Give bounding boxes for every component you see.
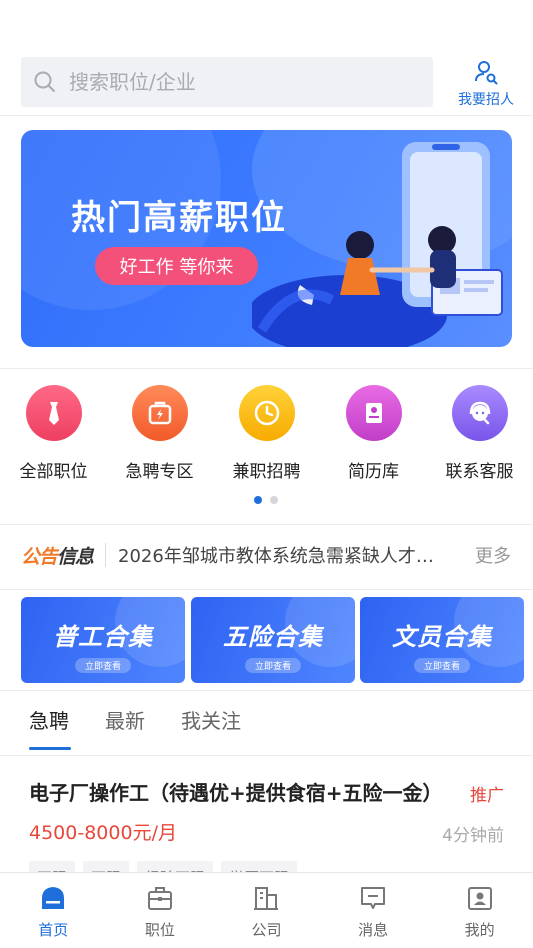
quick-label: 联系客服 (445, 462, 514, 482)
job-tabs: 急聘 最新 我关注 (29, 705, 241, 750)
search-bar[interactable] (21, 57, 433, 107)
divider (0, 589, 533, 590)
nav-jobs[interactable]: 职位 (107, 873, 214, 948)
banner-slogan: 好工作 等你来 (95, 247, 258, 285)
search-icon (34, 71, 55, 92)
recruit-label: 我要招人 (458, 92, 514, 108)
divider (0, 755, 533, 756)
job-salary: 4500-8000元/月 (29, 822, 177, 844)
tie-icon (48, 402, 59, 425)
home-icon (42, 887, 65, 909)
nav-messages[interactable]: 消息 (320, 873, 427, 948)
notice-tag: 公告信息 (21, 542, 94, 569)
quick-icon-bg (131, 385, 188, 441)
nav-company[interactable]: 公司 (213, 873, 320, 948)
divider (0, 115, 533, 116)
customer-service-icon (469, 401, 490, 425)
divider (0, 368, 533, 369)
card-decoration (454, 597, 524, 667)
carousel-dot-active[interactable] (254, 496, 262, 504)
carousel-dot[interactable] (270, 496, 278, 504)
collection-subtitle: 立即查看 (244, 658, 301, 673)
recruit-button[interactable]: 我要招人 (455, 59, 517, 109)
profile-icon (467, 887, 492, 910)
quick-label: 全部职位 (19, 462, 88, 482)
collection-card-insurance[interactable]: 五险合集 立即查看 (191, 597, 355, 683)
building-icon (254, 887, 279, 910)
quick-resume-bank[interactable]: 简历库 (320, 385, 427, 482)
collection-card-clerk[interactable]: 文员合集 立即查看 (360, 597, 524, 683)
briefcase-icon (147, 887, 172, 910)
nav-label: 消息 (358, 921, 389, 939)
recruiter-search-icon (475, 61, 498, 85)
notice-more-link[interactable]: 更多 (475, 542, 517, 568)
notice-tag-part2: 信息 (57, 545, 94, 568)
quick-icon-bg (25, 385, 82, 441)
nav-label: 首页 (38, 921, 69, 939)
quick-icon-bg (451, 385, 508, 441)
banner-illustration (252, 142, 503, 347)
quick-icon-bg (345, 385, 402, 441)
tab-following[interactable]: 我关注 (181, 705, 241, 750)
nav-label: 我的 (464, 921, 495, 939)
clock-icon (254, 400, 279, 426)
notice-tag-part1: 公告 (21, 545, 58, 568)
nav-profile[interactable]: 我的 (426, 873, 533, 948)
quick-label: 急聘专区 (125, 462, 194, 482)
job-title: 电子厂操作工（待遇优+提供食宿+五险一金） (29, 781, 443, 805)
collection-card-general-worker[interactable]: 普工合集 立即查看 (21, 597, 185, 683)
collection-subtitle: 立即查看 (74, 658, 131, 673)
quick-label: 兼职招聘 (232, 462, 301, 482)
collections-row: 普工合集 立即查看 五险合集 立即查看 文员合集 立即查看 (21, 597, 524, 683)
carousel-indicator (254, 496, 278, 504)
promoted-badge: 推广 (470, 786, 504, 806)
card-decoration (115, 597, 185, 667)
nav-label: 公司 (251, 921, 282, 939)
promo-banner[interactable]: 热门高薪职位 好工作 等你来 (21, 130, 512, 347)
nav-home[interactable]: 首页 (0, 873, 107, 948)
divider (0, 690, 533, 691)
collection-subtitle: 立即查看 (413, 658, 470, 673)
tab-latest[interactable]: 最新 (105, 705, 145, 750)
notice-bar[interactable]: 公告信息 2026年邹城市教体系统急需紧缺人才引进公告 更多 (21, 538, 517, 572)
card-decoration (285, 597, 355, 667)
tab-urgent[interactable]: 急聘 (29, 705, 71, 750)
quick-urgent[interactable]: 急聘专区 (106, 385, 213, 482)
notice-separator (105, 543, 107, 567)
resume-book-icon (365, 403, 382, 423)
nav-label: 职位 (144, 921, 175, 939)
divider (0, 524, 533, 525)
bottom-nav: 首页 职位 公司 消息 我的 (0, 872, 533, 948)
quick-customer-service[interactable]: 联系客服 (426, 385, 533, 482)
search-input[interactable] (69, 70, 399, 94)
quick-part-time[interactable]: 兼职招聘 (213, 385, 320, 482)
quick-menu: 全部职位 急聘专区 兼职招聘 简历库 联系客服 (0, 385, 533, 485)
urgent-bag-icon (148, 401, 171, 425)
quick-label: 简历库 (348, 462, 399, 482)
quick-icon-bg (238, 385, 295, 441)
notice-text[interactable]: 2026年邹城市教体系统急需紧缺人才引进公告 (118, 542, 443, 568)
job-post-time: 4分钟前 (442, 826, 504, 846)
quick-all-jobs[interactable]: 全部职位 (0, 385, 107, 482)
message-icon (361, 887, 386, 909)
header: 我要招人 (21, 57, 517, 109)
